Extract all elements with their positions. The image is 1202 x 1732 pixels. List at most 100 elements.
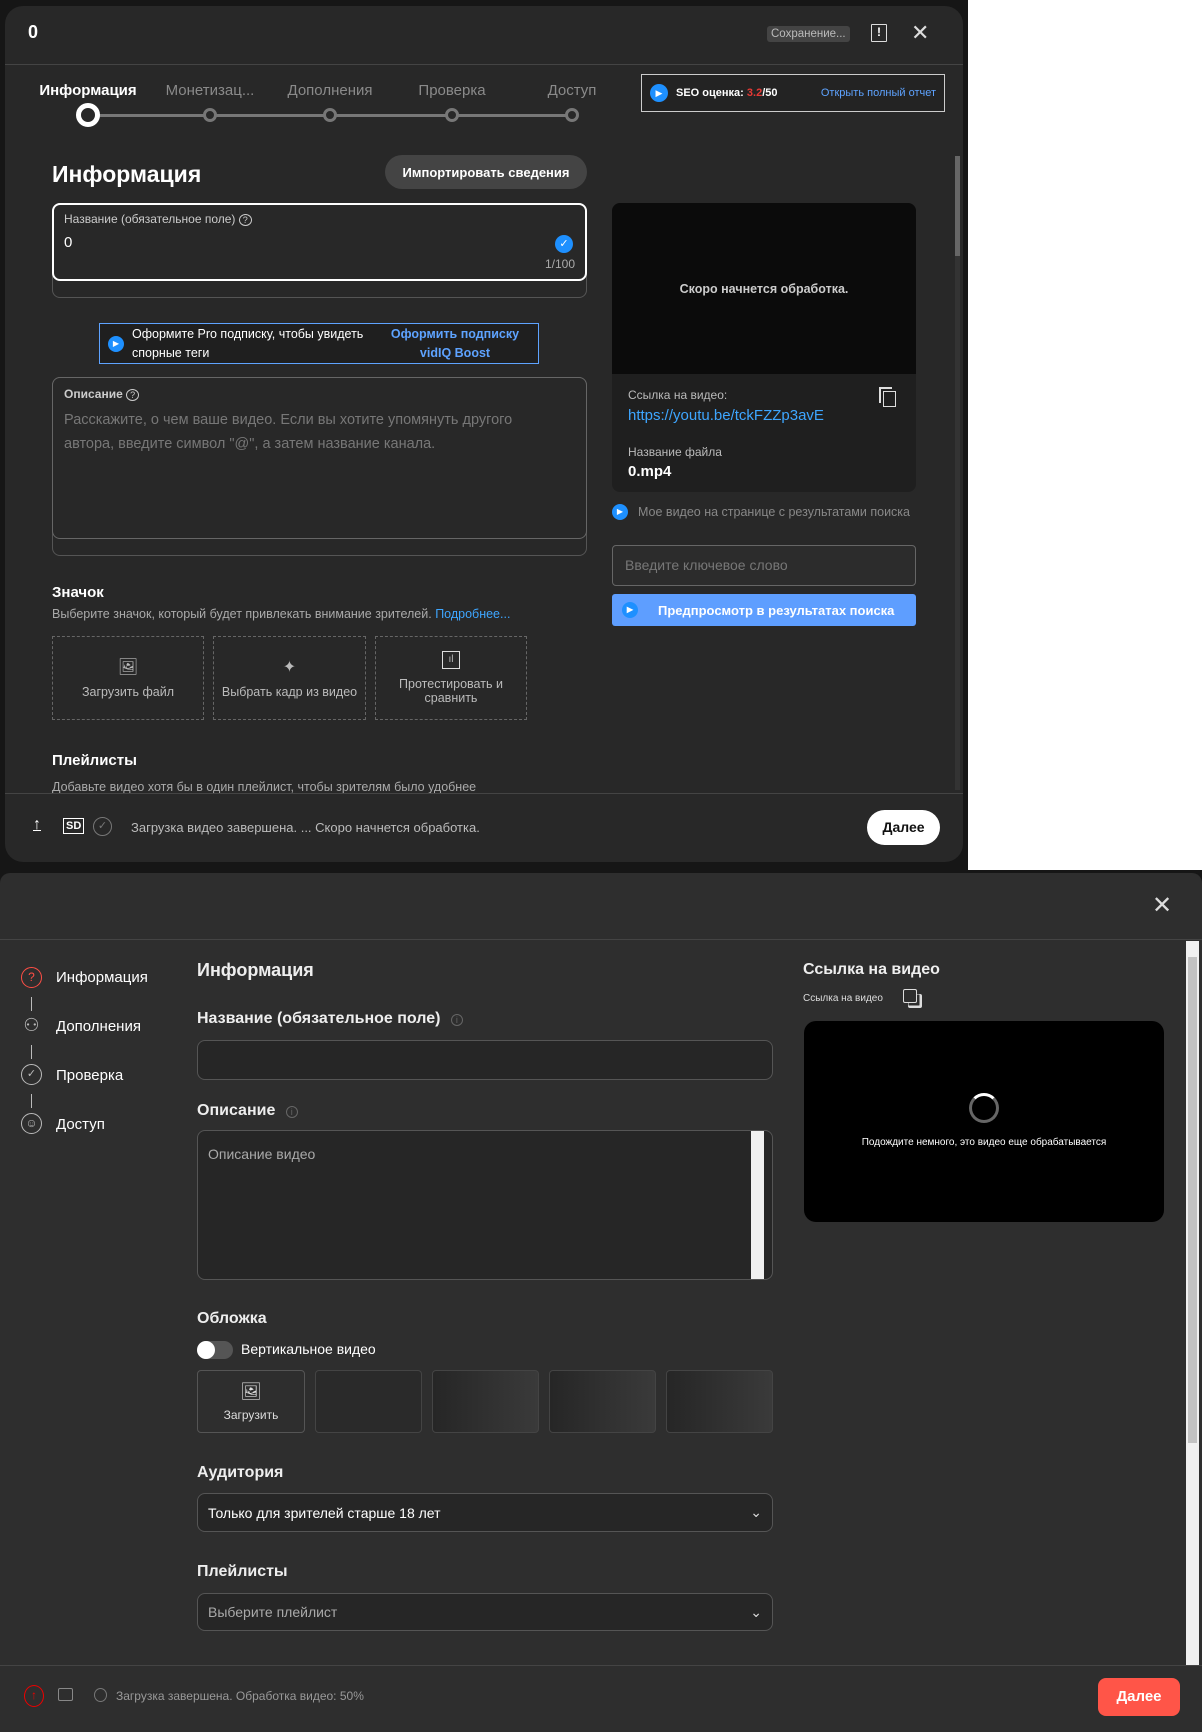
seo-score-max: /50 [762,87,778,99]
title-label-text: Название (обязательное поле) [197,1010,441,1027]
copy-icon[interactable] [883,391,896,407]
playlists-heading: Плейлисты [197,1563,288,1580]
import-details-button[interactable]: Импортировать сведения [385,155,587,189]
step-visibility[interactable]: Доступ [512,82,632,99]
video-link[interactable]: https://youtu.be/tckFZZp3avE [628,407,824,424]
step-checks[interactable]: Проверка [392,82,512,99]
playlist-select[interactable]: Выберите плейлист ⌄ [197,1593,773,1631]
toggle-knob [197,1341,215,1359]
seo-label: SEO оценка: [676,87,744,99]
step-dot[interactable] [203,108,217,122]
keyword-input[interactable]: Введите ключевое слово [612,545,916,586]
title-char-counter: 1/100 [544,257,575,271]
audience-value: Только для зрителей старше 18 лет [208,1504,441,1521]
step-monetization[interactable]: Монетизац... [150,82,270,99]
cover-heading: Обложка [197,1310,267,1327]
scrollbar-thumb[interactable] [1188,957,1197,1443]
step-dot[interactable] [565,108,579,122]
upload-dialog-youtube: 0 Сохранение... ! ✕ Информация Монетизац… [5,6,963,862]
scrollbar[interactable] [955,156,960,790]
title-field[interactable]: Название (обязательное поле) ? 0 ✓ 1/100 [52,203,587,281]
cover-upload-button[interactable]: 🖼 Загрузить [197,1370,305,1433]
info-icon[interactable]: i [450,1014,463,1026]
divider [5,793,963,794]
thumbnail-description: Выберите значок, который будет привлекат… [52,607,510,621]
step-extras[interactable]: Дополнения [56,1018,141,1035]
description-field[interactable]: Описание ? Расскажите, о чем ваше видео.… [52,377,587,539]
saving-badge: Сохранение... [767,26,850,42]
step-checks[interactable]: Проверка [56,1067,123,1084]
scrollbar-thumb[interactable] [955,156,960,256]
cover-option[interactable] [549,1370,656,1433]
cover-option[interactable] [432,1370,539,1433]
playlists-description: Добавьте видео хотя бы в один плейлист, … [52,780,477,794]
check-circle-icon: ✓ [93,817,112,836]
vidiq-check-icon: ✓ [555,235,573,253]
bar-chart-icon: ıl [442,651,460,669]
step-extras[interactable]: Дополнения [270,82,390,99]
cover-option[interactable] [315,1370,422,1433]
step-info[interactable]: Информация [56,969,148,986]
textarea-scrollbar[interactable] [751,1131,764,1279]
search-preview-button[interactable]: ▶ Предпросмотр в результатах поиска [612,594,916,626]
description-textarea[interactable]: Описание видео [197,1130,773,1280]
copy-icon[interactable] [903,989,917,1003]
section-heading: Информация [197,960,314,980]
description-placeholder: Расскажите, о чем ваше видео. Если вы хо… [64,412,513,452]
divider [0,939,1202,940]
subscribe-link[interactable]: Оформить подписку vidIQ Boost [390,325,520,363]
scrollbar[interactable] [1186,941,1199,1665]
step-dot[interactable] [323,108,337,122]
test-compare-button[interactable]: ıl Протестировать и сравнить [375,636,527,720]
chevron-down-icon: ⌄ [750,1504,762,1520]
option-label: Загрузить файл [81,685,175,699]
close-icon[interactable]: ✕ [1152,891,1172,920]
audience-heading: Аудитория [197,1464,284,1481]
upload-icon[interactable]: ↑ [33,816,41,834]
help-icon[interactable]: ? [238,214,252,226]
processing-status: Загрузка завершена. Обработка видео: 50% [116,1689,364,1703]
description-placeholder: Описание видео [208,1146,316,1162]
info-icon[interactable]: i [285,1106,298,1118]
vertical-video-label: Вертикальное видео [241,1341,376,1357]
next-button[interactable]: Далее [867,810,940,845]
file-name: 0.mp4 [628,463,672,480]
vidiq-logo-icon: ▶ [650,84,668,102]
seo-score-panel: ▶ SEO оценка: 3.2/50 Открыть полный отче… [641,74,945,112]
upload-icon[interactable]: ↑ [24,1685,44,1707]
step-dot[interactable] [445,108,459,122]
open-full-report-link[interactable]: Открыть полный отчет [821,87,936,99]
next-button[interactable]: Далее [1098,1678,1180,1716]
step-dot-active[interactable] [76,103,100,127]
step-info[interactable]: Информация [28,82,148,99]
vidiq-logo-icon: ▶ [612,504,628,520]
feedback-icon[interactable]: ! [871,24,887,42]
image-add-icon: 🖼 [240,1381,262,1401]
check-circle-icon: ✓ [21,1064,42,1085]
search-preview-text: Мое видео на странице с результатами пои… [638,505,911,519]
description-label: Описание i [197,1102,298,1120]
audience-select[interactable]: Только для зрителей старше 18 лет ⌄ [197,1493,773,1532]
upload-dialog-studio: ✕ ? ⚇ ✓ ☺ Информация Дополнения Проверка… [0,873,1202,1732]
warning-question-icon: ? [21,967,42,988]
vertical-video-toggle[interactable] [197,1341,233,1359]
playlist-placeholder: Выберите плейлист [208,1604,338,1620]
pro-subscription-banner: ▶ Оформите Pro подписку, чтобы увидеть с… [99,323,539,364]
help-icon[interactable]: ? [126,389,140,401]
upload-file-button[interactable]: 🖼 Загрузить файл [52,636,204,720]
upload-status: Загрузка видео завершена. ... Скоро начн… [131,820,480,835]
video-preview: Скоро начнется обработка. [612,203,916,374]
cover-option[interactable] [666,1370,773,1433]
video-link-heading: Ссылка на видео [803,961,940,978]
close-icon[interactable]: ✕ [911,20,929,46]
learn-more-link[interactable]: Подробнее... [435,607,510,621]
sd-quality-icon: SD [63,818,85,834]
video-link-label: Ссылка на видео: [628,388,728,402]
processing-message: Подождите немного, это видео еще обрабат… [861,1137,1107,1148]
step-visibility[interactable]: Доступ [56,1116,105,1133]
seo-score-value: 3.2 [746,87,763,99]
thumbnail-heading: Значок [52,584,104,601]
title-input[interactable] [197,1040,773,1080]
pick-frame-button[interactable]: ✦ Выбрать кадр из видео [213,636,366,720]
title-input-value[interactable]: 0 [64,234,72,251]
